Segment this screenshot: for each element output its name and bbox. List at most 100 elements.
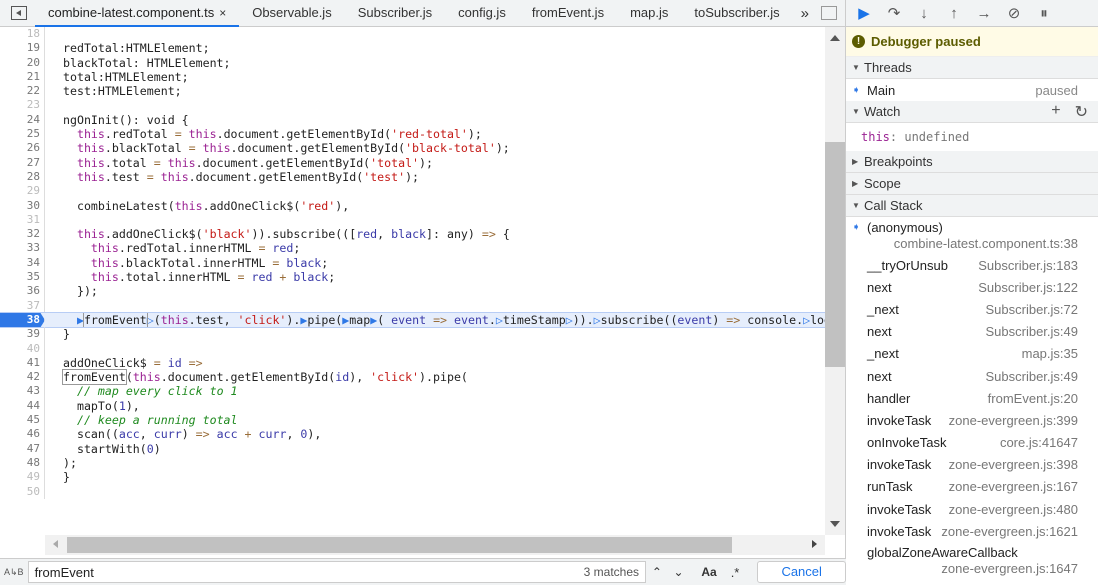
line-number[interactable]: 41 [0, 355, 45, 371]
line-number[interactable]: 23 [0, 98, 45, 113]
line-number[interactable]: 45 [0, 413, 45, 428]
line-number[interactable]: 46 [0, 427, 45, 442]
pause-on-exceptions-icon[interactable]: ⏸ [1034, 5, 1054, 22]
tab-observable-js[interactable]: Observable.js [239, 0, 344, 27]
section-scope[interactable]: ▶ Scope [846, 173, 1098, 195]
line-number[interactable]: 42 [0, 370, 45, 385]
line-number[interactable]: 40 [0, 341, 45, 356]
frame-location[interactable]: zone-evergreen.js:399 [949, 413, 1078, 428]
frame-location[interactable]: Subscriber.js:49 [986, 369, 1079, 384]
frame-location[interactable]: Subscriber.js:72 [986, 302, 1079, 317]
tab-combine-latest-component-ts[interactable]: combine-latest.component.ts × [35, 0, 240, 27]
frame-location[interactable]: Subscriber.js:122 [978, 280, 1078, 295]
line-number[interactable]: 24 [0, 112, 45, 128]
close-tab-icon[interactable]: × [219, 6, 226, 20]
code-area[interactable]: 18 19 redTotal:HTMLElement; 20 blackTotal: H… [0, 27, 825, 535]
replace-toggle-icon[interactable]: A↳B [0, 567, 28, 578]
line-number[interactable]: 30 [0, 198, 45, 213]
call-frame[interactable]: runTask zone-evergreen.js:167 [846, 476, 1098, 498]
frame-location[interactable]: zone-evergreen.js:480 [949, 502, 1078, 517]
step-into-icon[interactable]: ↓ [914, 5, 934, 22]
call-frame[interactable]: invokeTask zone-evergreen.js:398 [846, 454, 1098, 476]
line-number[interactable]: 43 [0, 384, 45, 399]
regex-button[interactable]: .* [731, 565, 740, 580]
section-breakpoints[interactable]: ▶ Breakpoints [846, 151, 1098, 173]
toggle-navigator-icon[interactable] [11, 6, 27, 20]
call-frame[interactable]: invokeTask zone-evergreen.js:480 [846, 498, 1098, 520]
frame-location[interactable]: zone-evergreen.js:398 [949, 457, 1078, 472]
line-number[interactable]: 32 [0, 227, 45, 242]
line-number[interactable]: 25 [0, 127, 45, 142]
call-frame[interactable]: _next map.js:35 [846, 343, 1098, 365]
frame-location[interactable]: core.js:41647 [1000, 435, 1078, 450]
inline-breakpoint-icon[interactable]: ▷ [147, 313, 154, 327]
line-number[interactable]: 20 [0, 55, 45, 70]
line-number[interactable]: 22 [0, 84, 45, 99]
search-input[interactable]: fromEvent 3 matches [27, 561, 647, 583]
inline-breakpoint-icon[interactable]: ▷ [496, 313, 503, 327]
call-frame[interactable]: invokeTask zone-evergreen.js:399 [846, 409, 1098, 431]
frame-location[interactable]: zone-evergreen.js:1647 [867, 561, 1078, 576]
match-case-button[interactable]: Aa [701, 565, 716, 579]
thread-main[interactable]: ➧ Main paused [846, 79, 1098, 101]
next-match-button[interactable]: ⌄ [668, 565, 690, 579]
call-frame[interactable]: handler fromEvent.js:20 [846, 387, 1098, 409]
section-threads[interactable]: ▼ Threads [846, 57, 1098, 79]
frame-location[interactable]: zone-evergreen.js:1621 [941, 524, 1078, 539]
inline-breakpoint-icon[interactable]: ▶ [77, 313, 84, 327]
call-frame[interactable]: next Subscriber.js:49 [846, 321, 1098, 343]
frame-location[interactable]: zone-evergreen.js:167 [949, 479, 1078, 494]
horizontal-scrollbar[interactable] [45, 535, 825, 555]
call-frame[interactable]: invokeTask zone-evergreen.js:1621 [846, 520, 1098, 542]
line-number[interactable]: 26 [0, 141, 45, 156]
line-number[interactable]: 33 [0, 241, 45, 256]
line-number[interactable]: 37 [0, 298, 45, 313]
call-frame[interactable]: ➧ (anonymous) combine-latest.component.ts:… [846, 217, 1098, 254]
tab-map-js[interactable]: map.js [617, 0, 681, 27]
frame-location[interactable]: combine-latest.component.ts:38 [867, 236, 1078, 251]
line-number[interactable]: 31 [0, 212, 45, 228]
inline-breakpoint-icon[interactable]: ▷ [566, 313, 573, 327]
line-number[interactable]: 47 [0, 441, 45, 456]
frame-location[interactable]: fromEvent.js:20 [988, 391, 1078, 406]
watch-expression[interactable]: this: undefined [846, 123, 1098, 151]
line-number[interactable]: 39 [0, 327, 45, 342]
section-watch[interactable]: ▼ Watch + ↻ [846, 101, 1098, 123]
frame-location[interactable]: map.js:35 [1022, 346, 1078, 361]
line-number[interactable]: 48 [0, 455, 45, 471]
frame-location[interactable]: Subscriber.js:183 [978, 258, 1078, 273]
line-number[interactable]: 50 [0, 484, 45, 499]
resume-icon[interactable]: ▶ [854, 4, 874, 22]
line-number[interactable]: 28 [0, 169, 45, 185]
vertical-scrollbar[interactable] [825, 27, 845, 535]
call-frame[interactable]: next Subscriber.js:122 [846, 276, 1098, 298]
call-frame[interactable]: __tryOrUnsub Subscriber.js:183 [846, 254, 1098, 276]
frame-location[interactable]: Subscriber.js:49 [986, 324, 1079, 339]
line-number[interactable]: 21 [0, 69, 45, 85]
call-frame[interactable]: next Subscriber.js:49 [846, 365, 1098, 387]
call-frame[interactable]: onInvokeTask core.js:41647 [846, 432, 1098, 454]
search-value[interactable]: fromEvent [35, 565, 584, 580]
line-number[interactable]: 34 [0, 255, 45, 271]
line-number[interactable]: 18 [0, 27, 45, 42]
toggle-debugger-icon[interactable] [821, 6, 837, 20]
deactivate-breakpoints-icon[interactable]: ⊘ [1004, 4, 1024, 22]
step-over-icon[interactable]: ↷ [884, 4, 904, 22]
refresh-watch-icon[interactable]: ↻ [1075, 102, 1088, 122]
previous-match-button[interactable]: ⌃ [646, 565, 668, 579]
line-number[interactable]: 49 [0, 470, 45, 485]
call-frame[interactable]: globalZoneAwareCallback zone-evergreen.js… [846, 542, 1098, 579]
call-frame[interactable]: _next Subscriber.js:72 [846, 298, 1098, 320]
add-watch-icon[interactable]: + [1051, 102, 1060, 122]
line-number[interactable]: 35 [0, 270, 45, 285]
line-number[interactable]: 29 [0, 184, 45, 199]
line-number[interactable]: 44 [0, 398, 45, 414]
inline-breakpoint-icon[interactable]: ▷ [594, 313, 601, 327]
step-icon[interactable]: → [974, 5, 994, 22]
section-call-stack[interactable]: ▼ Call Stack [846, 195, 1098, 217]
tab-fromevent-js[interactable]: fromEvent.js [519, 0, 617, 27]
line-number[interactable]: 38 [0, 312, 45, 328]
more-tabs-button[interactable]: » [801, 5, 809, 22]
tab-config-js[interactable]: config.js [445, 0, 519, 27]
line-number[interactable]: 19 [0, 41, 45, 56]
